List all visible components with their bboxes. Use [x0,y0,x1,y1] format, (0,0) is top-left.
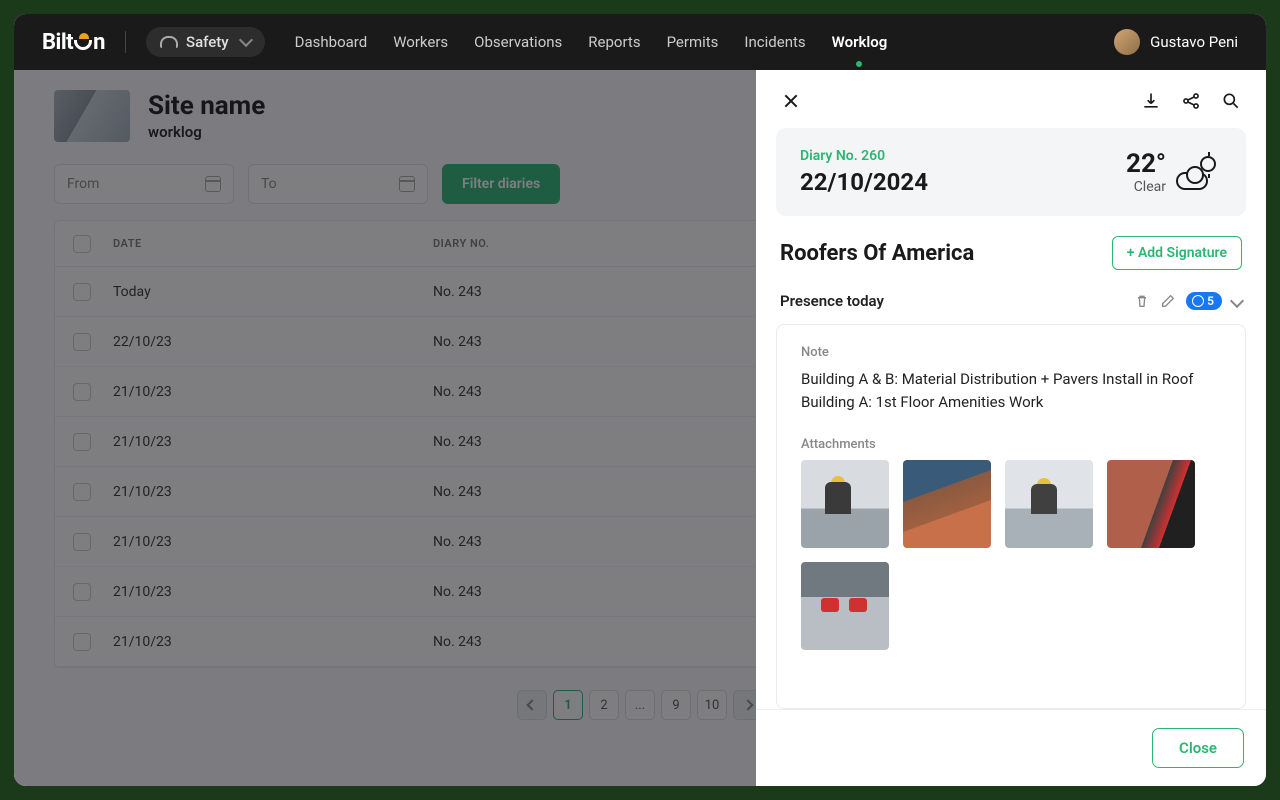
attachment-thumb[interactable] [801,562,889,650]
add-signature-button[interactable]: + Add Signature [1112,236,1242,270]
trash-icon [1134,293,1150,309]
safety-selector[interactable]: Safety [146,27,265,57]
safety-label: Safety [186,33,229,51]
temperature: 22° [1126,149,1166,179]
condition: Clear [1126,179,1166,195]
attachment-thumb[interactable] [903,460,991,548]
attachment-thumb[interactable] [801,460,889,548]
nav-incidents[interactable]: Incidents [744,33,805,51]
weather-icon [1176,154,1222,190]
weather: 22° Clear [1126,149,1222,195]
note-card: Note Building A & B: Material Distributi… [776,324,1246,709]
company-row: Roofers Of America + Add Signature [756,236,1266,288]
attachments-label: Attachments [801,437,1221,452]
nav-permits[interactable]: Permits [667,33,719,51]
close-icon [783,93,799,109]
nav-links: Dashboard Workers Observations Reports P… [295,33,888,51]
divider [125,31,126,53]
note-label: Note [801,345,1221,360]
nav-reports[interactable]: Reports [588,33,640,51]
diary-panel: Diary No. 260 22/10/2024 22° Clear Roofe… [756,70,1266,786]
attachments [801,460,1221,650]
main-area: Site name worklog From To Filter diaries [14,70,1266,786]
attachment-thumb[interactable] [1107,460,1195,548]
chevron-down-icon [239,33,253,47]
delete-button[interactable] [1134,293,1150,309]
nav-dashboard[interactable]: Dashboard [295,33,368,51]
avatar [1114,29,1140,55]
search-button[interactable] [1220,90,1242,112]
panel-toolbar [756,70,1266,128]
top-nav: Biltn Safety Dashboard Workers Observati… [14,14,1266,70]
nav-workers[interactable]: Workers [393,33,448,51]
diary-date: 22/10/2024 [800,168,928,196]
close-panel[interactable] [780,90,802,112]
share-button[interactable] [1180,90,1202,112]
nav-observations[interactable]: Observations [474,33,562,51]
expand-toggle[interactable] [1230,294,1244,308]
presence-row: Presence today 5 [756,288,1266,324]
user-menu[interactable]: Gustavo Peni [1114,29,1238,55]
close-button[interactable]: Close [1152,728,1244,768]
share-icon [1181,91,1201,111]
company-name: Roofers Of America [780,241,974,266]
presence-label: Presence today [780,292,884,310]
download-button[interactable] [1140,90,1162,112]
brand-logo[interactable]: Biltn [42,30,105,55]
user-name: Gustavo Peni [1150,33,1238,51]
presence-count-pill[interactable]: 5 [1186,292,1222,310]
panel-footer: Close [756,709,1266,786]
download-icon [1141,91,1161,111]
search-icon [1221,91,1241,111]
note-text: Building A & B: Material Distribution + … [801,368,1221,413]
nav-worklog[interactable]: Worklog [832,33,888,51]
hardhat-icon [160,36,178,48]
attachment-thumb[interactable] [1005,460,1093,548]
diary-number: Diary No. 260 [800,148,928,164]
edit-icon [1160,293,1176,309]
edit-button[interactable] [1160,293,1176,309]
diary-header-card: Diary No. 260 22/10/2024 22° Clear [776,128,1246,216]
